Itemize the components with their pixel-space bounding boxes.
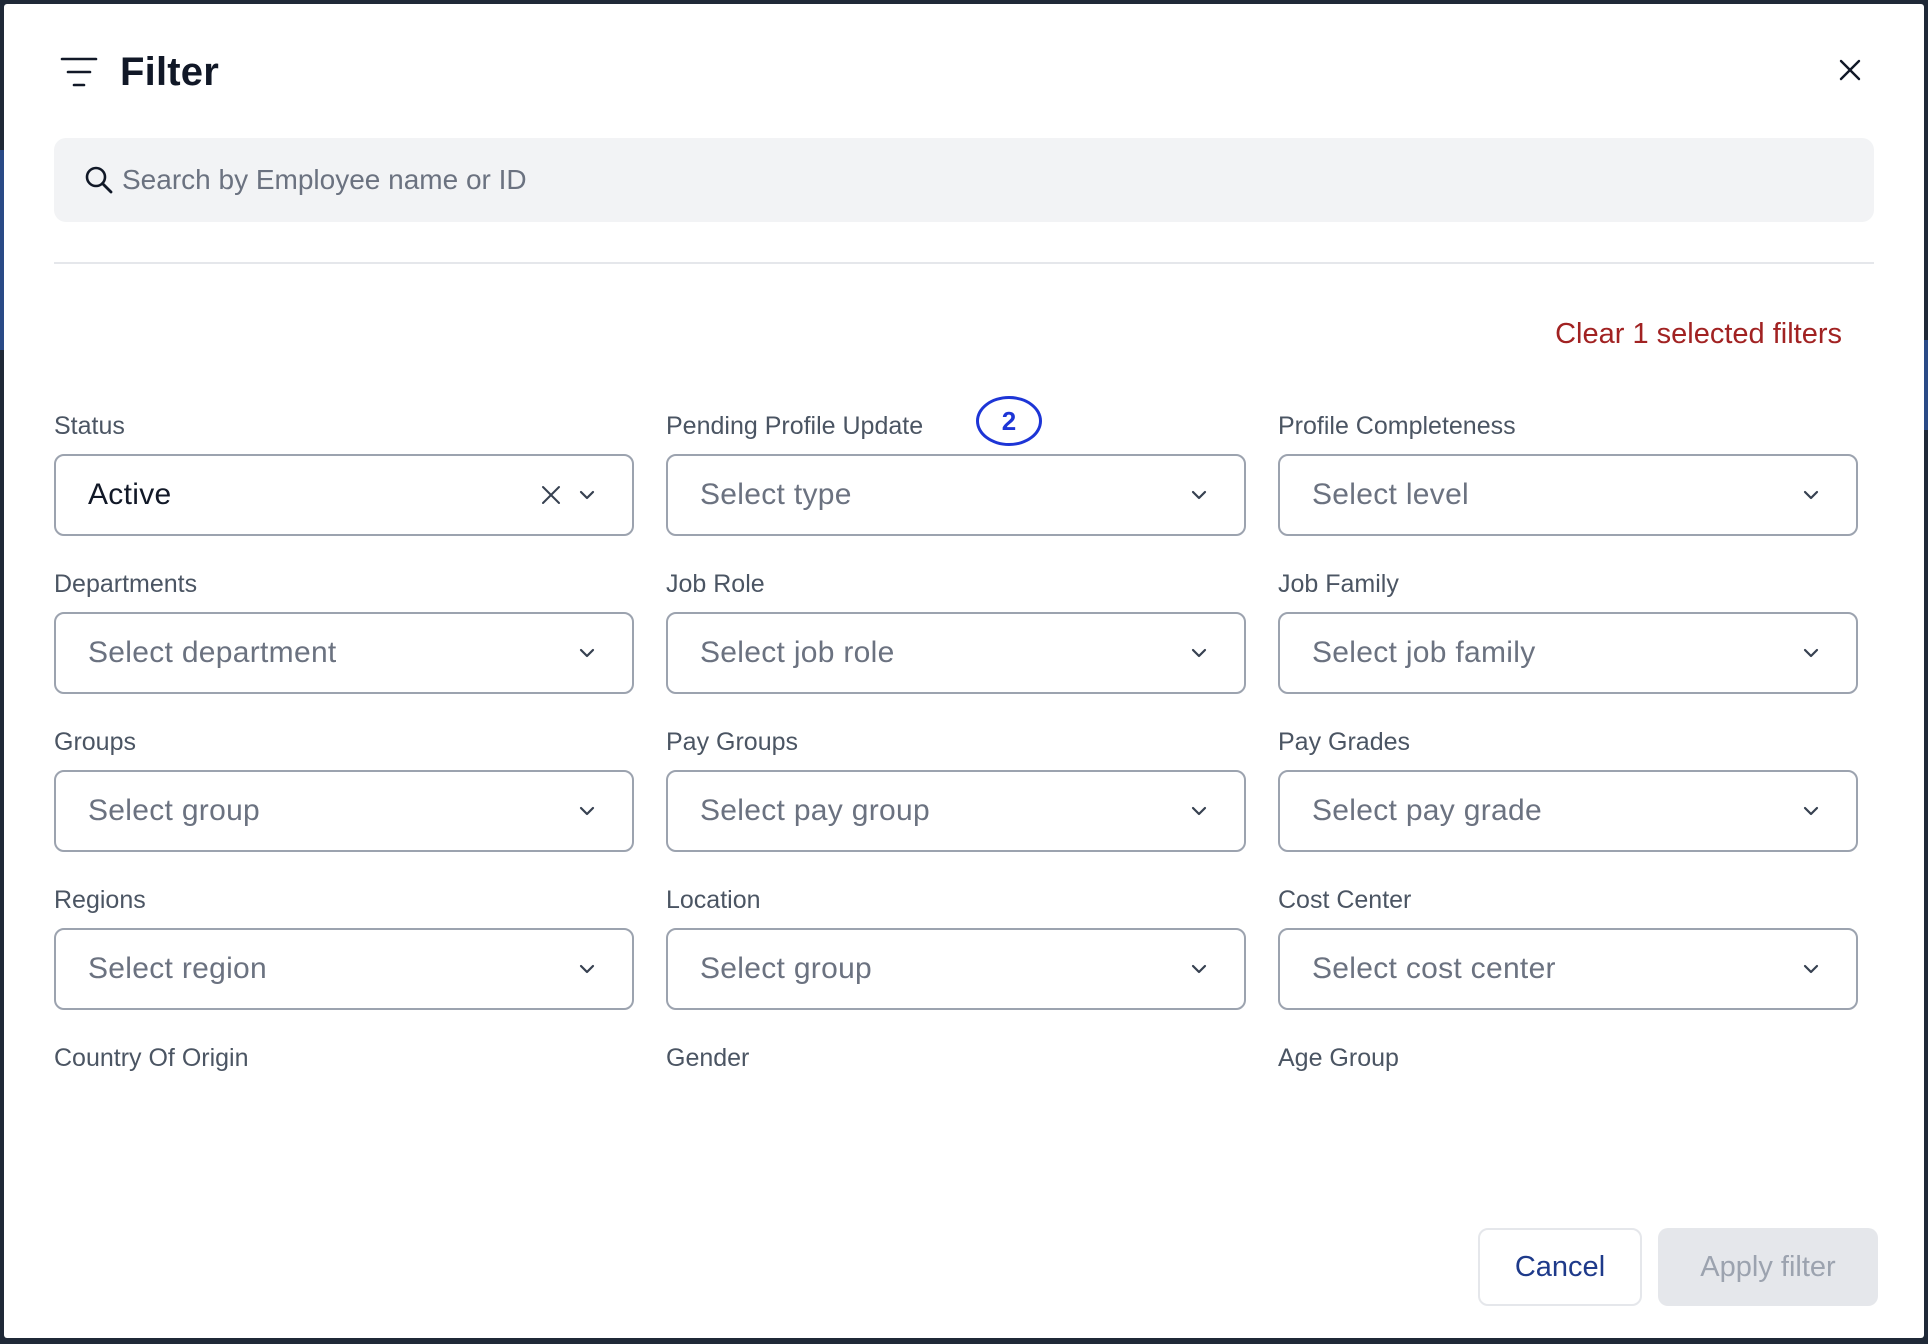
annotation-badge: 2 [976, 396, 1042, 446]
chevron-down-icon [1191, 964, 1207, 974]
chevron-down-icon [1803, 648, 1819, 658]
chevron-down-icon [579, 964, 595, 974]
field-label: Job Role [666, 570, 765, 598]
clear-filters-link[interactable]: Clear 1 selected filters [1555, 318, 1842, 351]
apply-filter-button[interactable]: Apply filter [1658, 1228, 1878, 1306]
field-label: Departments [54, 570, 198, 598]
chevron-down-icon [1803, 806, 1819, 816]
modal-header: Filter [58, 44, 219, 100]
job-role-select[interactable]: Select job role [666, 612, 1246, 694]
field-job-family: Job Family Select job family [1278, 566, 1858, 694]
status-select[interactable]: Active [54, 454, 634, 536]
field-pay-groups: Pay Groups Select pay group [666, 724, 1246, 852]
field-job-role: Job Role Select job role [666, 566, 1246, 694]
clear-selection-icon[interactable] [540, 484, 562, 506]
regions-select[interactable]: Select region [54, 928, 634, 1010]
field-departments: Departments Select department [54, 566, 634, 694]
select-value: Active [88, 478, 172, 511]
departments-select[interactable]: Select department [54, 612, 634, 694]
chevron-down-icon [1191, 490, 1207, 500]
field-label: Country Of Origin [54, 1044, 249, 1072]
chevron-down-icon [579, 490, 595, 500]
field-label: Location [666, 886, 761, 914]
select-value: Select job role [700, 636, 895, 669]
field-label: Pay Groups [666, 728, 799, 756]
chevron-down-icon [1803, 490, 1819, 500]
field-label: Job Family [1278, 570, 1399, 598]
close-button[interactable] [1830, 50, 1870, 90]
field-groups: Groups Select group [54, 724, 634, 852]
field-label: Pending Profile Update [666, 412, 924, 440]
field-regions: Regions Select region [54, 882, 634, 1010]
select-value: Select group [88, 794, 261, 827]
field-country-of-origin: Country Of Origin [54, 1040, 634, 1076]
chevron-down-icon [579, 648, 595, 658]
cost-center-select[interactable]: Select cost center [1278, 928, 1858, 1010]
location-select[interactable]: Select group [666, 928, 1246, 1010]
chevron-down-icon [1191, 806, 1207, 816]
select-value: Select job family [1312, 636, 1536, 669]
search-bar[interactable] [54, 138, 1874, 222]
search-icon [85, 166, 113, 194]
select-value: Select pay grade [1312, 794, 1542, 827]
select-value: Select level [1312, 478, 1470, 511]
backdrop-strip [1924, 340, 1928, 430]
chevron-down-icon [1191, 648, 1207, 658]
job-family-select[interactable]: Select job family [1278, 612, 1858, 694]
pending-profile-update-select[interactable]: Select type [666, 454, 1246, 536]
field-label: Cost Center [1278, 886, 1412, 914]
field-label: Status [54, 412, 125, 440]
field-label: Regions [54, 886, 146, 914]
select-value: Select department [88, 636, 337, 669]
select-value: Select cost center [1312, 952, 1556, 985]
groups-select[interactable]: Select group [54, 770, 634, 852]
field-label: Age Group [1278, 1044, 1399, 1072]
cancel-button[interactable]: Cancel [1478, 1228, 1642, 1306]
close-icon[interactable] [1839, 59, 1861, 81]
field-pending-profile-update: Pending Profile Update Select type [666, 408, 1246, 536]
field-gender: Gender [666, 1040, 1246, 1076]
field-location: Location Select group [666, 882, 1246, 1010]
field-status: Status Active [54, 408, 634, 536]
field-label: Pay Grades [1278, 728, 1411, 756]
filter-lines-icon [60, 57, 98, 87]
field-age-group: Age Group [1278, 1040, 1858, 1076]
search-input[interactable] [120, 163, 1824, 197]
select-value: Select type [700, 478, 852, 511]
pay-grades-select[interactable]: Select pay grade [1278, 770, 1858, 852]
select-value: Select region [88, 952, 268, 985]
filter-modal: Filter Clear 1 selected filters Status A… [4, 4, 1924, 1338]
field-label: Groups [54, 728, 136, 756]
field-cost-center: Cost Center Select cost center [1278, 882, 1858, 1010]
pay-groups-select[interactable]: Select pay group [666, 770, 1246, 852]
select-value: Select pay group [700, 794, 930, 827]
modal-title: Filter [120, 49, 219, 94]
profile-completeness-select[interactable]: Select level [1278, 454, 1858, 536]
chevron-down-icon [1803, 964, 1819, 974]
select-value: Select group [700, 952, 873, 985]
field-label: Gender [666, 1044, 750, 1072]
field-profile-completeness: Profile Completeness Select level [1278, 408, 1858, 536]
header-divider [54, 262, 1874, 264]
chevron-down-icon [579, 806, 595, 816]
field-label: Profile Completeness [1278, 412, 1516, 440]
field-pay-grades: Pay Grades Select pay grade [1278, 724, 1858, 852]
